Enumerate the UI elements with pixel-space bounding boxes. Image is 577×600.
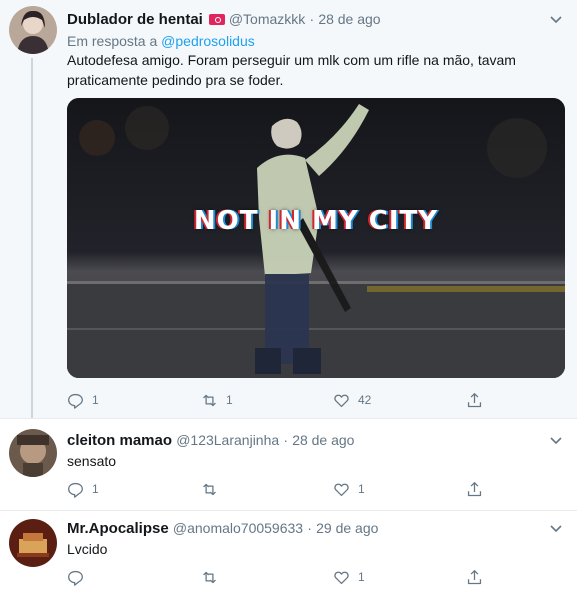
like-icon	[334, 483, 349, 496]
tweet-date[interactable]: 28 de ago	[292, 432, 354, 448]
tweet-text-line: praticamente pedindo pra se foder.	[67, 72, 284, 88]
share-icon	[467, 569, 482, 584]
retweet-icon	[203, 483, 216, 495]
avatar[interactable]	[9, 6, 57, 54]
tweet-actions: 1 1 42	[67, 390, 487, 410]
share-button[interactable]	[466, 567, 483, 587]
tweet-media[interactable]: NOT IN MY CITY	[67, 98, 565, 378]
user-handle[interactable]: @123Laranjinha	[176, 432, 279, 448]
reply-to: Em resposta a @pedrosolidus	[67, 33, 255, 49]
share-button[interactable]	[466, 479, 483, 499]
share-icon	[467, 392, 482, 407]
reply-button[interactable]: 1	[67, 390, 99, 410]
like-count: 42	[358, 393, 372, 407]
reply-count: 1	[92, 482, 99, 496]
like-icon	[334, 571, 349, 584]
like-button[interactable]: 42	[333, 390, 371, 410]
like-button[interactable]: 1	[333, 479, 365, 499]
chevron-down-icon[interactable]	[549, 12, 563, 26]
tweet-text: sensato	[67, 453, 117, 469]
tweet-header: Dublador de hentai @Tomazkkk · 28 de ago	[67, 11, 381, 28]
tweet-text: Autodefesa amigo. Foram perseguir um mlk…	[67, 50, 567, 90]
like-count: 1	[358, 482, 365, 496]
retweet-button[interactable]	[201, 567, 226, 587]
tweet-3[interactable]: Mr.Apocalipse @anomalo70059633 · 29 de a…	[0, 510, 577, 600]
display-name[interactable]: cleiton mamao	[67, 432, 172, 449]
share-icon	[467, 481, 482, 496]
retweet-button[interactable]: 1	[201, 390, 233, 410]
tweet-date[interactable]: 29 de ago	[316, 520, 378, 536]
reply-button[interactable]: 1	[67, 479, 99, 499]
retweet-count: 1	[226, 393, 233, 407]
reply-handle-link[interactable]: @pedrosolidus	[161, 33, 255, 49]
reply-icon	[68, 393, 83, 409]
like-count: 1	[358, 570, 365, 584]
media-caption: NOT IN MY CITY	[193, 206, 439, 236]
tweet-text: Lvcido	[67, 541, 108, 557]
reply-icon	[68, 482, 83, 498]
tweet-2[interactable]: cleiton mamao @123Laranjinha · 28 de ago…	[0, 418, 577, 510]
tweet-actions: 1	[67, 567, 487, 587]
user-handle[interactable]: @anomalo70059633	[173, 520, 303, 536]
user-handle[interactable]: @Tomazkkk	[229, 11, 305, 27]
retweet-button[interactable]	[201, 479, 226, 499]
separator: ·	[283, 432, 289, 448]
display-name[interactable]: Dublador de hentai	[67, 11, 203, 28]
like-button[interactable]: 1	[333, 567, 365, 587]
avatar[interactable]	[9, 429, 57, 477]
media-image	[67, 98, 565, 378]
retweet-icon	[203, 571, 216, 583]
separator: ·	[307, 520, 312, 536]
like-icon	[334, 394, 349, 407]
reply-button[interactable]	[67, 567, 92, 587]
tweet-text-line: Autodefesa amigo. Foram perseguir um mlk…	[67, 52, 516, 68]
retweet-icon	[203, 394, 216, 406]
share-button[interactable]	[466, 390, 483, 410]
avatar[interactable]	[9, 519, 57, 567]
tweet-header: cleiton mamao @123Laranjinha · 28 de ago	[67, 432, 354, 449]
chevron-down-icon[interactable]	[549, 521, 563, 535]
chevron-down-icon[interactable]	[549, 433, 563, 447]
reply-count: 1	[92, 393, 99, 407]
display-name[interactable]: Mr.Apocalipse	[67, 520, 169, 537]
thread-line	[31, 58, 33, 418]
tweet-actions: 1 1	[67, 479, 487, 499]
separator: ·	[309, 11, 315, 27]
tweet-1[interactable]: Dublador de hentai @Tomazkkk · 28 de ago …	[0, 0, 577, 418]
tweet-date[interactable]: 28 de ago	[318, 11, 380, 27]
tweet-header: Mr.Apocalipse @anomalo70059633 · 29 de a…	[67, 520, 378, 537]
reply-prefix: Em resposta a	[67, 33, 158, 49]
flag-icon	[208, 14, 225, 25]
reply-icon	[68, 570, 83, 586]
